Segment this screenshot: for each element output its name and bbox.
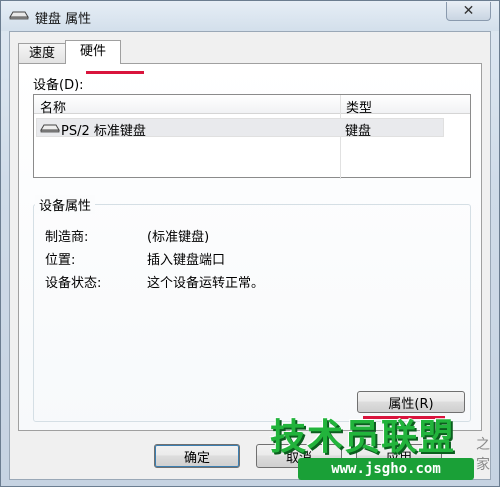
manufacturer-value: (标准键盘)	[147, 230, 210, 245]
watermark-corner: 之家	[476, 437, 490, 473]
close-button[interactable]: ✕	[446, 2, 491, 21]
close-icon: ✕	[462, 3, 475, 19]
tab-strip: 速度 硬件	[18, 40, 145, 74]
watermark-url: www.jsgho.com	[298, 458, 474, 480]
column-header-type[interactable]: 类型	[346, 97, 372, 116]
devices-label: 设备(D):	[33, 78, 84, 93]
devices-list[interactable]: 名称 类型 PS/2 标准键盘 键盘	[33, 94, 471, 179]
status-label: 设备状态:	[45, 276, 102, 291]
column-header-name[interactable]: 名称	[40, 97, 66, 116]
column-separator	[340, 95, 341, 179]
tab-hardware-label: 硬件	[80, 44, 107, 59]
list-item[interactable]: PS/2 标准键盘 键盘	[36, 118, 444, 139]
manufacturer-label: 制造商:	[45, 230, 89, 245]
keyboard-icon	[40, 124, 60, 133]
device-type: 键盘	[345, 124, 372, 139]
ok-button[interactable]: 确定	[154, 444, 240, 468]
status-value: 这个设备运转正常。	[147, 276, 265, 291]
highlight-underline	[86, 71, 145, 74]
location-value: 插入键盘端口	[147, 253, 226, 268]
group-title: 设备属性	[35, 195, 96, 214]
watermark-brand: 技术员联盟	[270, 417, 456, 458]
device-name: PS/2 标准键盘	[61, 124, 146, 139]
tab-hardware[interactable]: 硬件	[65, 40, 145, 74]
keyboard-icon	[9, 11, 29, 20]
tab-speed[interactable]: 速度	[18, 43, 67, 64]
title-bar[interactable]: 键盘 属性 ✕	[1, 1, 499, 31]
hardware-panel: 设备(D): 名称 类型 PS/2 标准键盘 键盘 设备属性 制造商: (标准键…	[18, 63, 482, 431]
device-properties-group	[33, 204, 471, 422]
watermark: 技术员联盟 之家 www.jsgho.com	[270, 408, 496, 484]
list-header: 名称 类型	[34, 95, 470, 116]
window-title: 键盘 属性	[35, 12, 92, 27]
location-label: 位置:	[45, 253, 76, 268]
